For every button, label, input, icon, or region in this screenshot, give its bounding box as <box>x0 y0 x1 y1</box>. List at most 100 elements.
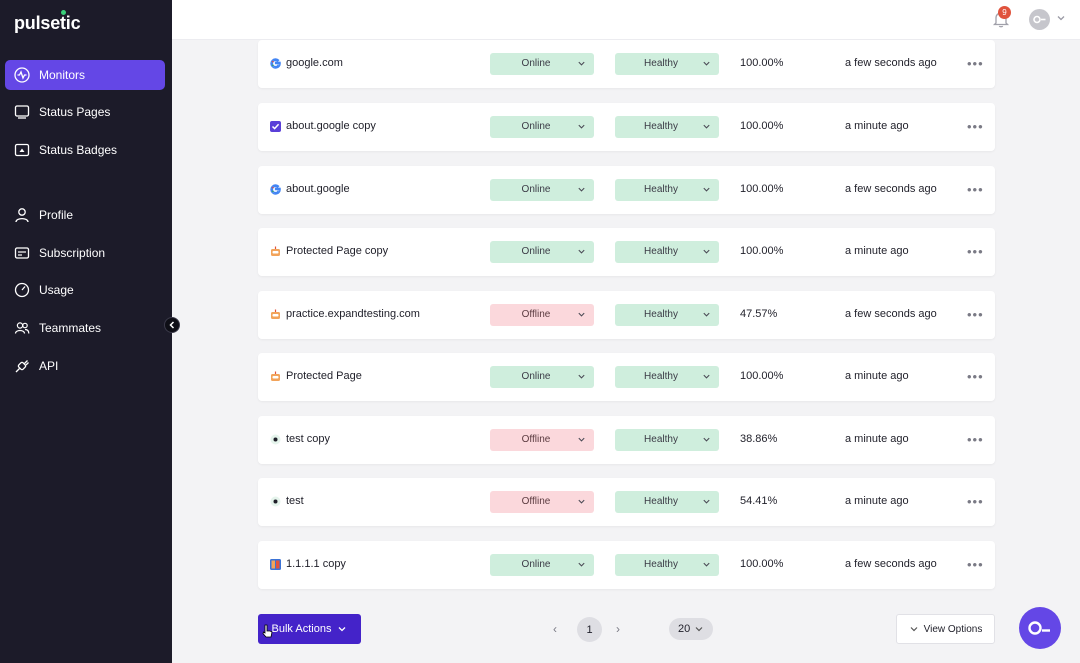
sidebar-item-label: API <box>39 359 59 373</box>
more-options-icon[interactable]: ••• <box>967 119 984 134</box>
status-dropdown[interactable]: Online <box>490 241 594 263</box>
health-dropdown[interactable]: Healthy <box>615 241 719 263</box>
monitor-name[interactable]: test copy <box>286 433 330 445</box>
health-value: Healthy <box>644 309 678 320</box>
status-dropdown[interactable]: Offline <box>490 429 594 451</box>
health-dropdown[interactable]: Healthy <box>615 53 719 75</box>
sidebar-item-status-pages[interactable]: Status Pages <box>5 97 165 127</box>
sidebar-item-status-badges[interactable]: Status Badges <box>5 135 165 165</box>
page-number-button[interactable]: 1 <box>577 617 602 642</box>
monitor-name[interactable]: 1.1.1.1 copy <box>286 558 346 570</box>
monitor-row[interactable]: practice.expandtesting.com Offline Healthy… <box>258 291 995 339</box>
sidebar-item-subscription[interactable]: Subscription <box>5 238 165 268</box>
chevron-down-icon <box>702 372 711 384</box>
monitor-row[interactable]: about.google Online Healthy 100.00% a few se… <box>258 166 995 214</box>
monitor-row[interactable]: Protected Page copy Online Healthy 100.00% a… <box>258 228 995 276</box>
monitor-row[interactable]: test Offline Healthy 54.41% a minute ago ••• <box>258 478 995 526</box>
users-icon <box>13 319 31 337</box>
status-dropdown[interactable]: Online <box>490 53 594 75</box>
per-page-select[interactable]: 20 <box>669 618 713 640</box>
monitor-row[interactable]: test copy Offline Healthy 38.86% a minute ag… <box>258 416 995 464</box>
more-options-icon[interactable]: ••• <box>967 557 984 572</box>
last-check-value: a minute ago <box>845 370 909 382</box>
chevron-down-icon <box>702 310 711 322</box>
previous-page-button[interactable]: ‹ <box>553 622 557 636</box>
chevron-down-icon <box>702 497 711 509</box>
view-options-button[interactable]: View Options <box>896 614 995 644</box>
more-options-icon[interactable]: ••• <box>967 56 984 71</box>
sidebar-collapse-button[interactable] <box>164 317 180 333</box>
monitor-row[interactable]: Protected Page Online Healthy 100.00% a minu… <box>258 353 995 401</box>
monitor-name[interactable]: test <box>286 495 304 507</box>
uptime-value: 100.00% <box>740 370 784 382</box>
sidebar-item-api[interactable]: API <box>5 351 165 381</box>
health-dropdown[interactable]: Healthy <box>615 429 719 451</box>
health-dropdown[interactable]: Healthy <box>615 304 719 326</box>
chevron-down-icon <box>577 310 586 322</box>
chevron-down-icon <box>577 560 586 572</box>
health-dropdown[interactable]: Healthy <box>615 366 719 388</box>
sidebar-item-profile[interactable]: Profile <box>5 200 165 230</box>
health-dropdown[interactable]: Healthy <box>615 554 719 576</box>
status-dropdown[interactable]: Offline <box>490 491 594 513</box>
bulk-actions-label: Bulk Actions <box>271 623 332 635</box>
status-dropdown[interactable]: Online <box>490 116 594 138</box>
chat-support-button[interactable] <box>1019 607 1061 649</box>
avatar[interactable] <box>1029 9 1050 30</box>
status-value: Offline <box>521 309 551 320</box>
more-options-icon[interactable]: ••• <box>967 369 984 384</box>
monitor-name[interactable]: about.google copy <box>286 120 376 132</box>
more-options-icon[interactable]: ••• <box>967 432 984 447</box>
chevron-down-icon <box>577 122 586 134</box>
monitor-name[interactable]: Protected Page copy <box>286 245 388 257</box>
user-icon <box>13 206 31 224</box>
status-dropdown[interactable]: Offline <box>490 304 594 326</box>
health-value: Healthy <box>644 496 678 507</box>
uptime-value: 100.00% <box>740 183 784 195</box>
monitor-row[interactable]: about.google copy Online Healthy 100.00% a m… <box>258 103 995 151</box>
sidebar-item-monitors[interactable]: Monitors <box>5 60 165 90</box>
chevron-down-icon <box>577 247 586 259</box>
monitor-name[interactable]: google.com <box>286 57 343 69</box>
status-dropdown[interactable]: Online <box>490 179 594 201</box>
sidebar-item-teammates[interactable]: Teammates <box>5 313 165 343</box>
status-dropdown[interactable]: Online <box>490 366 594 388</box>
chevron-down-icon <box>702 185 711 197</box>
uptime-value: 38.86% <box>740 433 778 445</box>
chevron-down-icon[interactable] <box>1056 13 1066 23</box>
health-dropdown[interactable]: Healthy <box>615 179 719 201</box>
uptime-value: 54.41% <box>740 495 778 507</box>
chevron-down-icon <box>702 560 711 572</box>
uptime-value: 100.00% <box>740 558 784 570</box>
monitor-row[interactable]: 1.1.1.1 copy Online Healthy 100.00% a few se… <box>258 541 995 589</box>
more-options-icon[interactable]: ••• <box>967 307 984 322</box>
status-dropdown[interactable]: Online <box>490 554 594 576</box>
logo-dot <box>61 10 66 15</box>
monitor-name[interactable]: Protected Page <box>286 370 362 382</box>
logo[interactable]: pulsetic <box>14 13 81 34</box>
health-dropdown[interactable]: Healthy <box>615 116 719 138</box>
plug-icon <box>13 357 31 375</box>
sidebar: pulsetic Monitors Status Pages Status Ba… <box>0 0 172 663</box>
last-check-value: a minute ago <box>845 120 909 132</box>
sidebar-item-label: Teammates <box>39 321 102 335</box>
monitor-name[interactable]: practice.expandtesting.com <box>286 308 420 320</box>
monitor-pulse-icon <box>13 66 31 84</box>
sidebar-item-usage[interactable]: Usage <box>5 275 165 305</box>
more-options-icon[interactable]: ••• <box>967 244 984 259</box>
chevron-down-icon <box>695 627 703 632</box>
monitor-name[interactable]: about.google <box>286 183 350 195</box>
more-options-icon[interactable]: ••• <box>967 182 984 197</box>
uptime-value: 100.00% <box>740 245 784 257</box>
cursor-icon <box>262 624 273 638</box>
health-dropdown[interactable]: Healthy <box>615 491 719 513</box>
sidebar-item-label: Monitors <box>39 68 86 82</box>
monitor-row[interactable]: google.com Online Healthy 100.00% a few seco… <box>258 40 995 88</box>
last-check-value: a few seconds ago <box>845 558 937 570</box>
health-value: Healthy <box>644 246 678 257</box>
status-value: Online <box>521 246 551 257</box>
checkbox-icon <box>270 121 281 132</box>
more-options-icon[interactable]: ••• <box>967 494 984 509</box>
health-value: Healthy <box>644 121 678 132</box>
next-page-button[interactable]: › <box>616 622 620 636</box>
